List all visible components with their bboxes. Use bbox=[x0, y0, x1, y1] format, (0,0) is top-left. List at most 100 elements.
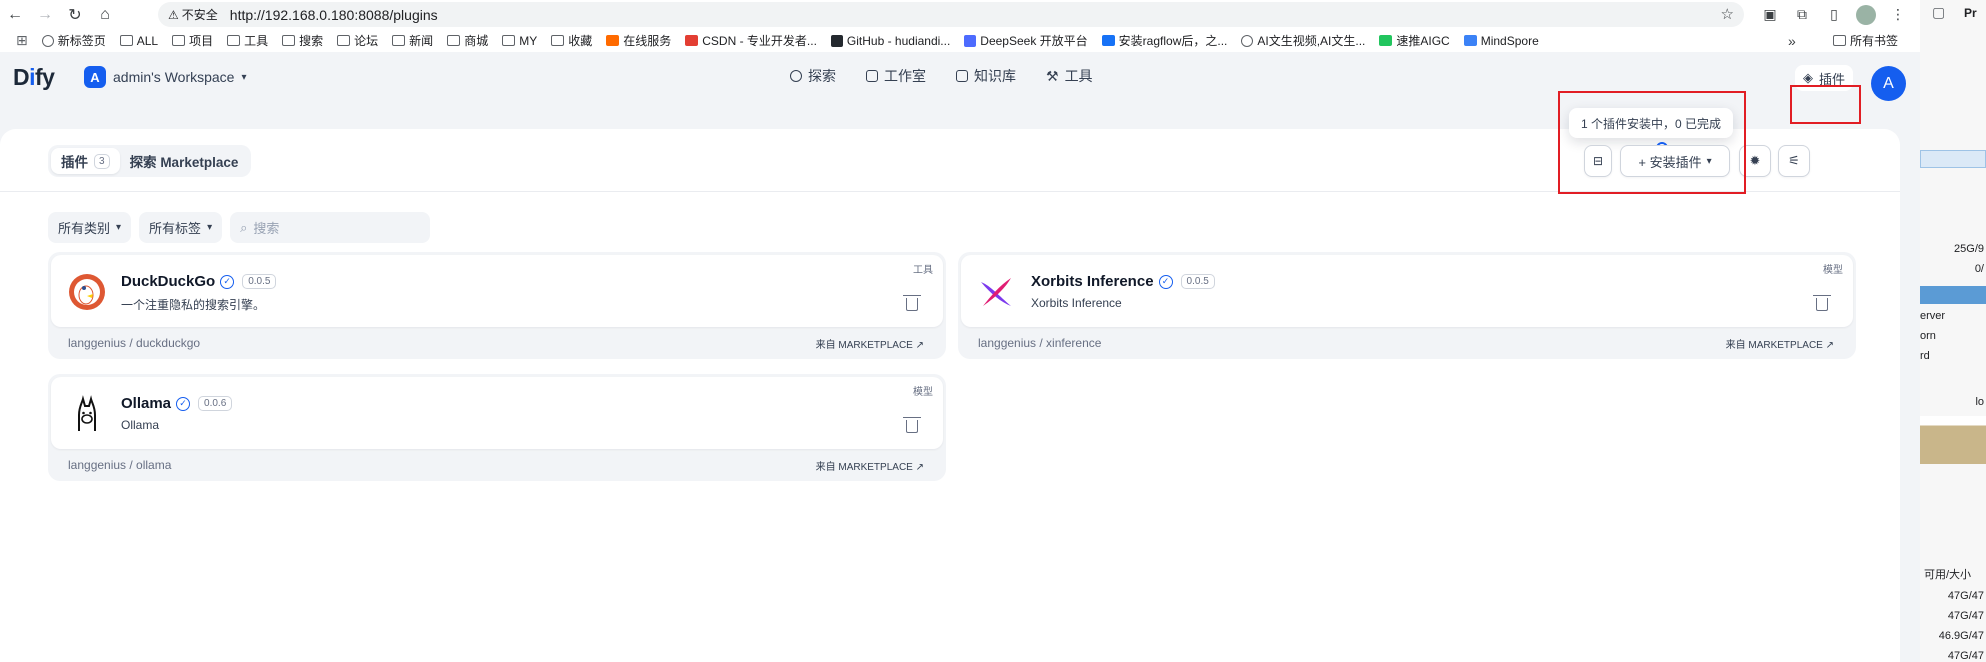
insecure-badge[interactable]: ⚠ 不安全 bbox=[168, 6, 218, 23]
side-value: orn bbox=[1920, 330, 1936, 342]
trash-icon[interactable] bbox=[1813, 295, 1831, 311]
marketplace-link[interactable]: 来自 MARKETPLACE ↗ bbox=[1726, 336, 1834, 351]
side-window-partial: ▢ Pr 25G/9 0/ erver orn rd lo 可用/大小 47G/… bbox=[1920, 0, 1986, 662]
nav-studio[interactable]: 工作室 bbox=[866, 66, 926, 86]
plugin-org: langgenius / xinference bbox=[978, 336, 1102, 350]
plugin-category: 模型 bbox=[1823, 265, 1843, 276]
nav-explore[interactable]: 探索 bbox=[790, 66, 836, 86]
folder-icon bbox=[1833, 35, 1846, 46]
side-graph bbox=[1920, 416, 1986, 464]
side-value: 0/ bbox=[1974, 263, 1984, 275]
nav-tools[interactable]: ⚒ 工具 bbox=[1046, 66, 1093, 86]
workspace-avatar: A bbox=[84, 66, 106, 88]
robot-icon bbox=[866, 70, 878, 82]
plugin-count-badge: 3 bbox=[94, 153, 110, 169]
bookmark-item[interactable]: 收藏 bbox=[551, 32, 592, 49]
bookmark-item[interactable]: 新闻 bbox=[392, 32, 433, 49]
duckduckgo-logo-icon bbox=[67, 272, 107, 312]
service-icon bbox=[606, 35, 620, 46]
bookmark-item[interactable]: 论坛 bbox=[337, 32, 378, 49]
side-value: rd bbox=[1920, 350, 1930, 362]
bookmark-item[interactable]: 项目 bbox=[172, 32, 213, 49]
folder-icon bbox=[502, 35, 516, 46]
plugin-description: Xorbits Inference bbox=[1031, 296, 1122, 310]
bookmark-item[interactable]: 商城 bbox=[447, 32, 488, 49]
folder-icon bbox=[392, 35, 406, 46]
search-input[interactable]: ⌕ 搜索 bbox=[230, 212, 431, 243]
menu-kebab-icon[interactable]: ⋮ bbox=[1888, 5, 1908, 25]
url-text: http://192.168.0.180:8088/plugins bbox=[229, 6, 438, 23]
aigc-icon bbox=[1379, 35, 1393, 46]
forward-icon[interactable]: → bbox=[30, 0, 60, 29]
plugin-card-body: Ollama ✓ 0.0.6 Ollama 模型 bbox=[51, 377, 943, 449]
verified-icon: ✓ bbox=[1158, 274, 1173, 289]
side-row-highlight bbox=[1920, 286, 1986, 304]
extension-icon[interactable]: ▣ bbox=[1760, 5, 1780, 25]
settings-button[interactable]: ⚟ bbox=[1778, 145, 1810, 177]
marketplace-link[interactable]: 来自 MARKETPLACE ↗ bbox=[816, 458, 924, 473]
tab-plugins[interactable]: 插件 3 bbox=[51, 148, 120, 174]
bookmark-item[interactable]: 在线服务 bbox=[606, 32, 671, 49]
compass-icon bbox=[790, 70, 802, 82]
trash-icon[interactable] bbox=[903, 295, 921, 311]
plugin-card-body: Xorbits Inference ✓ 0.0.5 Xorbits Infere… bbox=[961, 255, 1853, 327]
filter-bar: 所有类别 ▾ 所有标签 ▾ ⌕ 搜索 bbox=[48, 212, 431, 243]
reload-icon[interactable]: ↻ bbox=[60, 0, 90, 29]
side-value: erver bbox=[1920, 310, 1946, 322]
bookmark-item[interactable]: MindSpore bbox=[1463, 34, 1539, 48]
bookmark-item[interactable]: 速推AIGC bbox=[1379, 32, 1450, 49]
cube-icon: ◈ bbox=[1803, 70, 1813, 85]
workspace-selector[interactable]: A admin's Workspace ▾ bbox=[84, 66, 247, 88]
puzzle-icon[interactable]: ⧉ bbox=[1792, 5, 1812, 25]
hammer-icon: ⚒ bbox=[1046, 67, 1059, 84]
user-avatar[interactable]: A bbox=[1871, 66, 1906, 101]
workspace-name: admin's Workspace bbox=[113, 69, 235, 85]
bookmark-item[interactable]: 安装ragflow后，之... bbox=[1101, 32, 1227, 49]
nav-knowledge[interactable]: 知识库 bbox=[956, 66, 1016, 86]
ollama-logo-icon bbox=[67, 394, 107, 434]
side-value: 46.9G/47 bbox=[1938, 630, 1984, 642]
side-title: Pr bbox=[1964, 6, 1977, 20]
home-icon[interactable]: ⌂ bbox=[90, 0, 120, 29]
verified-icon: ✓ bbox=[176, 396, 191, 411]
bug-icon: ✹ bbox=[1749, 153, 1761, 168]
bookmark-item[interactable]: MY bbox=[502, 34, 537, 48]
address-bar[interactable]: ⚠ 不安全 http://192.168.0.180:8088/plugins ☆ bbox=[158, 2, 1744, 27]
side-value: 47G/47 bbox=[1947, 650, 1984, 662]
profile-avatar[interactable] bbox=[1856, 4, 1876, 25]
plugin-category: 模型 bbox=[913, 387, 933, 398]
tag-filter[interactable]: 所有标签 ▾ bbox=[139, 212, 223, 243]
chevron-down-icon: ▾ bbox=[241, 71, 247, 83]
bookmark-item[interactable]: DeepSeek 开放平台 bbox=[964, 32, 1088, 49]
bookmark-item[interactable]: 搜索 bbox=[282, 32, 323, 49]
bookmark-item[interactable]: AI文生视频,AI文生... bbox=[1241, 32, 1365, 49]
marketplace-link[interactable]: 来自 MARKETPLACE ↗ bbox=[816, 336, 924, 351]
zhihu-icon bbox=[1101, 35, 1115, 46]
plugin-category: 工具 bbox=[913, 265, 933, 276]
bookmark-item[interactable]: 工具 bbox=[227, 32, 268, 49]
deepseek-icon bbox=[964, 34, 977, 47]
plugin-card-duckduckgo[interactable]: DuckDuckGo ✓ 0.0.5 一个注重隐私的搜索引擎。 工具 langg… bbox=[48, 252, 946, 359]
version-badge: 0.0.5 bbox=[242, 274, 277, 289]
trash-icon[interactable] bbox=[903, 417, 921, 433]
plugin-card-ollama[interactable]: Ollama ✓ 0.0.6 Ollama 模型 langgenius / ol… bbox=[48, 374, 946, 481]
mindspore-icon bbox=[1463, 35, 1477, 46]
bookmarks-overflow-button[interactable]: » bbox=[1788, 33, 1796, 49]
category-filter[interactable]: 所有类别 ▾ bbox=[48, 212, 132, 243]
tab-marketplace[interactable]: 探索 Marketplace bbox=[120, 148, 249, 174]
bookmark-item[interactable]: CSDN - 专业开发者... bbox=[685, 32, 817, 49]
sidebar-icon[interactable]: ▯ bbox=[1824, 5, 1844, 25]
bookmark-item[interactable]: ALL bbox=[119, 34, 158, 48]
apps-icon[interactable]: ⊞ bbox=[16, 32, 28, 49]
all-bookmarks-button[interactable]: 所有书签 bbox=[1833, 32, 1898, 49]
bookmark-star-icon[interactable]: ☆ bbox=[1721, 5, 1734, 23]
bookmark-item[interactable]: 新标签页 bbox=[41, 32, 106, 49]
search-icon: ⌕ bbox=[240, 219, 248, 235]
side-row-selected bbox=[1920, 150, 1986, 168]
dify-logo[interactable]: Dify bbox=[13, 64, 55, 91]
bookmark-item[interactable]: GitHub - hudiandi... bbox=[830, 34, 950, 48]
back-icon[interactable]: ← bbox=[0, 0, 30, 29]
chevron-down-icon: ▾ bbox=[207, 222, 213, 233]
plugin-card-xinference[interactable]: Xorbits Inference ✓ 0.0.5 Xorbits Infere… bbox=[958, 252, 1856, 359]
plugin-card-body: DuckDuckGo ✓ 0.0.5 一个注重隐私的搜索引擎。 工具 bbox=[51, 255, 943, 327]
